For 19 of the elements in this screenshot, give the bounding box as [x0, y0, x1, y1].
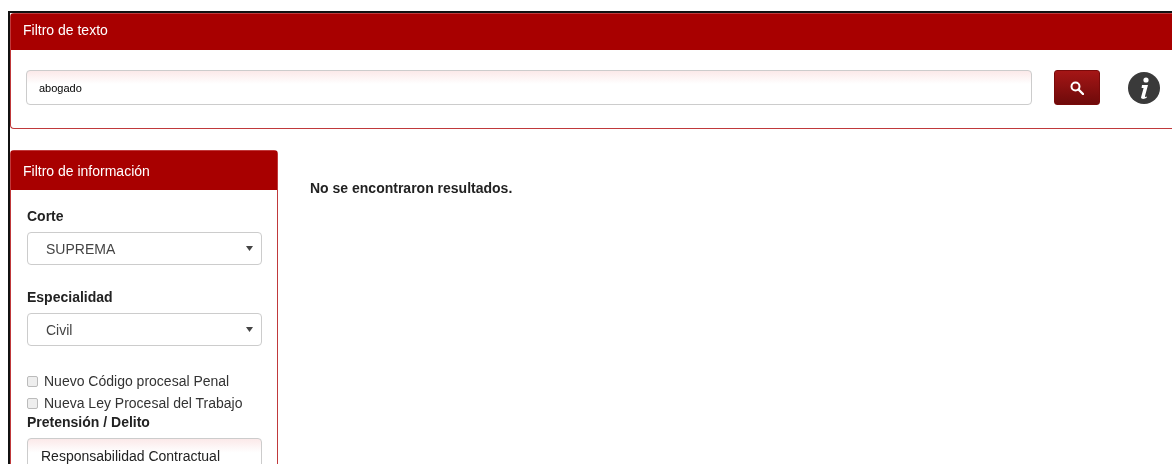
- field-label: Corte: [27, 208, 65, 224]
- field-label: Especialidad: [27, 289, 114, 305]
- checkbox[interactable]: [27, 375, 38, 387]
- search-icon: [1070, 80, 1084, 95]
- checkbox[interactable]: [27, 397, 38, 409]
- text-field[interactable]: Responsabilidad Contractual: [27, 438, 262, 464]
- checkbox-label[interactable]: Nuevo Código procesal Penal: [44, 373, 230, 389]
- field-label: Pretensión / Delito: [27, 414, 151, 430]
- search-button[interactable]: [1054, 70, 1100, 105]
- dropdown[interactable]: Civil: [27, 313, 262, 346]
- dropdown[interactable]: SUPREMA: [27, 232, 262, 265]
- panel-title: Filtro de texto: [23, 22, 108, 38]
- no-results-message: No se encontraron resultados.: [310, 180, 513, 198]
- search-field[interactable]: abogado: [26, 70, 1032, 105]
- info-icon[interactable]: [1127, 70, 1161, 105]
- caret-icon: [246, 327, 253, 332]
- checkbox-label[interactable]: Nueva Ley Procesal del Trabajo: [44, 395, 243, 411]
- panel-title: Filtro de información: [23, 163, 150, 179]
- caret-icon: [246, 246, 253, 251]
